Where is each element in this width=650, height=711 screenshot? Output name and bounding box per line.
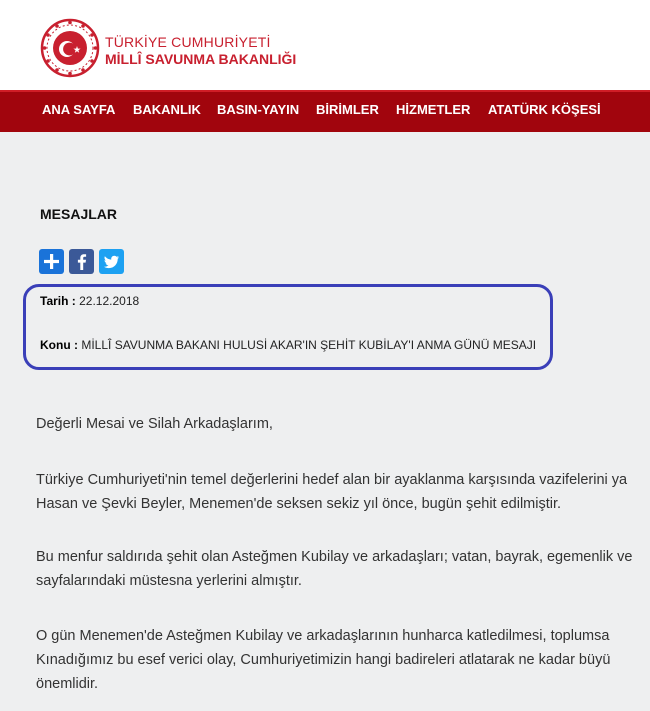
brand-name[interactable]: TÜRKİYE CUMHURİYETİ MİLLÎ SAVUNMA BAKANL… [105,34,296,67]
brand-line-1: TÜRKİYE CUMHURİYETİ [105,34,271,50]
page-title: MESAJLAR [40,206,118,222]
nav-item-birimler[interactable]: BİRİMLER [316,102,379,117]
paragraph: Türkiye Cumhuriyeti'nin temel değerlerin… [36,468,627,516]
paragraph: Değerli Mesai ve Silah Arkadaşlarım, [36,412,273,436]
paragraph-line: Türkiye Cumhuriyeti'nin temel değerlerin… [36,472,628,488]
date-label: Tarih : [40,294,76,308]
paragraph-line: önemlidir. [36,676,99,692]
subject-value: MİLLÎ SAVUNMA BAKANI HULUSİ AKAR'IN ŞEHİ… [81,338,537,352]
main-navigation: ANA SAYFA BAKANLIK BASIN-YAYIN BİRİMLER … [0,90,650,132]
paragraph-line: Bu menfur saldırıda şehit olan Asteğmen … [36,549,633,565]
date-row: Tarih : 22.12.2018 [40,294,139,308]
date-value: 22.12.2018 [79,294,140,308]
nav-item-ana-sayfa[interactable]: ANA SAYFA [42,102,115,117]
nav-item-ataturk-kosesi[interactable]: ATATÜRK KÖŞESİ [488,102,601,117]
subject-label: Konu : [40,338,78,352]
paragraph-line: Hasan ve Şevki Beyler, Menemen'de seksen… [36,496,562,512]
paragraph-line: sayfalarındaki müstesna yerlerini almışt… [36,573,302,589]
plus-share-icon[interactable] [39,249,64,274]
crescent-star-emblem-icon[interactable] [40,18,100,78]
twitter-icon[interactable] [99,249,124,274]
subject-row: Konu : MİLLÎ SAVUNMA BAKANI HULUSİ AKAR'… [40,338,536,352]
nav-item-bakanlik[interactable]: BAKANLIK [133,102,201,117]
paragraph-line: Değerli Mesai ve Silah Arkadaşlarım, [36,416,273,432]
paragraph: Bu menfur saldırıda şehit olan Asteğmen … [36,545,632,593]
brand-line-2: MİLLÎ SAVUNMA BAKANLIĞI [105,51,297,67]
nav-item-basin-yayin[interactable]: BASIN-YAYIN [217,102,299,117]
paragraph-line: Kınadığımız bu esef verici olay, Cumhuri… [36,652,611,668]
facebook-icon[interactable] [69,249,94,274]
site-header: TÜRKİYE CUMHURİYETİ MİLLÎ SAVUNMA BAKANL… [0,10,650,90]
paragraph: O gün Menemen'de Asteğmen Kubilay ve ark… [36,624,610,696]
paragraph-line: O gün Menemen'de Asteğmen Kubilay ve ark… [36,628,610,644]
nav-item-hizmetler[interactable]: HİZMETLER [396,102,470,117]
